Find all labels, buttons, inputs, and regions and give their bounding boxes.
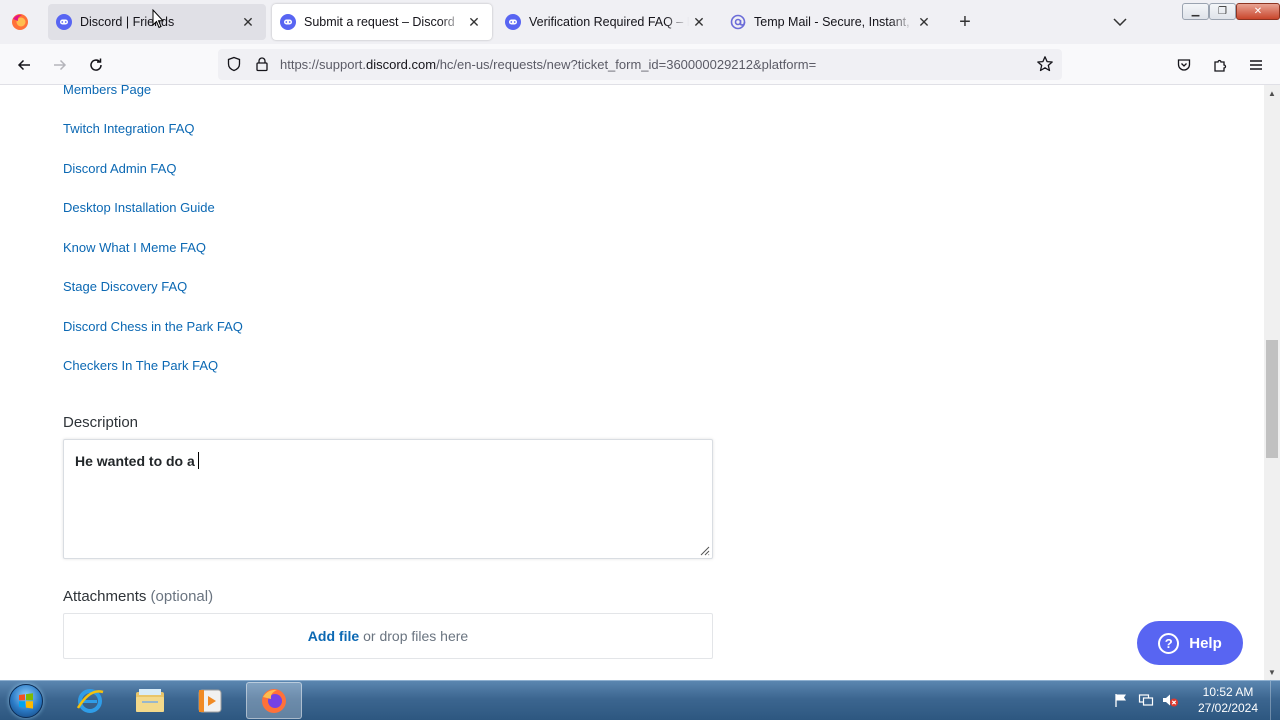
- show-desktop-button[interactable]: [1270, 681, 1280, 720]
- reload-icon[interactable]: [84, 53, 108, 77]
- optional-hint: (optional): [150, 588, 214, 605]
- tab-close-icon[interactable]: ✕: [238, 12, 258, 32]
- help-label: Help: [1189, 634, 1222, 652]
- scroll-up-arrow-icon[interactable]: ▲: [1264, 85, 1280, 101]
- article-link-stage-discovery-faq[interactable]: Stage Discovery FAQ: [63, 279, 187, 294]
- at-sign-favicon-icon: [730, 14, 746, 30]
- media-player-icon[interactable]: [182, 682, 238, 719]
- maximize-window-button[interactable]: ❐: [1209, 3, 1236, 20]
- tab-title: Submit a request – Discord: [304, 15, 455, 29]
- tab-title: Temp Mail - Secure, Instant, Fast: [754, 15, 914, 29]
- question-mark-icon: ?: [1158, 632, 1180, 654]
- new-tab-plus-icon[interactable]: +: [954, 11, 976, 33]
- article-link-desktop-installation-guide[interactable]: Desktop Installation Guide: [63, 200, 215, 215]
- start-button[interactable]: [6, 683, 46, 719]
- vertical-scrollbar[interactable]: ▲ ▼: [1264, 85, 1280, 680]
- clock-time: 10:52 AM: [1202, 685, 1254, 699]
- volume-muted-icon[interactable]: [1161, 691, 1179, 709]
- firefox-menu-icon[interactable]: [10, 12, 30, 32]
- minimize-window-button[interactable]: ▁: [1182, 3, 1209, 20]
- page-content: Members Page Twitch Integration FAQ Disc…: [0, 85, 1264, 680]
- extensions-puzzle-icon[interactable]: [1208, 53, 1232, 77]
- lock-icon[interactable]: [254, 56, 270, 77]
- tab-strip: Discord | Friends ✕ Submit a request – D…: [0, 0, 1280, 44]
- article-link-members-page[interactable]: Members Page: [63, 85, 151, 97]
- drop-files-text: or drop files here: [363, 628, 469, 644]
- tab-title: Verification Required FAQ – Discord: [529, 15, 689, 29]
- tab-close-icon[interactable]: ✕: [914, 12, 934, 32]
- attachments-label: Attachments (optional): [63, 588, 213, 605]
- forward-arrow-icon[interactable]: [48, 53, 72, 77]
- tab-verification-faq[interactable]: Verification Required FAQ – Discord ✕: [497, 4, 717, 40]
- clock-date: 27/02/2024: [1197, 701, 1259, 715]
- discord-favicon-icon: [56, 14, 72, 30]
- list-all-tabs-chevron-icon[interactable]: [1110, 13, 1130, 31]
- close-window-button[interactable]: ✕: [1236, 3, 1280, 20]
- scrollbar-thumb[interactable]: [1266, 340, 1278, 458]
- attachments-dropzone[interactable]: Add file or drop files here: [63, 613, 713, 659]
- bookmark-star-icon[interactable]: [1036, 55, 1054, 78]
- url-text[interactable]: https://support.discord.com/hc/en-us/req…: [280, 57, 816, 72]
- tab-close-icon[interactable]: ✕: [689, 12, 709, 32]
- system-clock[interactable]: 10:52 AM 27/02/2024: [1190, 684, 1266, 716]
- windows-logo-icon: [9, 684, 43, 718]
- pocket-icon[interactable]: [1172, 53, 1196, 77]
- tab-submit-request[interactable]: Submit a request – Discord ✕: [272, 4, 492, 40]
- scroll-down-arrow-icon[interactable]: ▼: [1264, 664, 1280, 680]
- text-caret: [197, 452, 199, 469]
- article-link-discord-admin-faq[interactable]: Discord Admin FAQ: [63, 161, 176, 176]
- article-link-discord-chess-faq[interactable]: Discord Chess in the Park FAQ: [63, 319, 243, 334]
- article-link-twitch-integration-faq[interactable]: Twitch Integration FAQ: [63, 121, 195, 136]
- add-file-link[interactable]: Add file: [308, 628, 359, 644]
- hamburger-menu-icon[interactable]: [1244, 53, 1268, 77]
- windows-taskbar: 10:52 AM 27/02/2024: [0, 680, 1280, 720]
- description-text: He wanted to do a: [75, 452, 199, 469]
- navigation-toolbar: https://support.discord.com/hc/en-us/req…: [0, 44, 1280, 85]
- tracking-protection-shield-icon[interactable]: [226, 56, 242, 77]
- address-bar[interactable]: https://support.discord.com/hc/en-us/req…: [218, 49, 1062, 80]
- tab-temp-mail[interactable]: Temp Mail - Secure, Instant, Fast ✕: [722, 4, 942, 40]
- internet-explorer-icon[interactable]: [62, 682, 118, 719]
- firefox-taskbar-icon[interactable]: [246, 682, 302, 719]
- help-button[interactable]: ? Help: [1137, 621, 1243, 665]
- article-link-know-what-i-meme-faq[interactable]: Know What I Meme FAQ: [63, 240, 206, 255]
- discord-favicon-icon: [280, 14, 296, 30]
- article-link-checkers-faq[interactable]: Checkers In The Park FAQ: [63, 358, 218, 373]
- mouse-pointer-icon: [152, 9, 164, 29]
- description-label: Description: [63, 414, 139, 431]
- action-center-flag-icon[interactable]: [1112, 691, 1130, 709]
- back-arrow-icon[interactable]: [12, 53, 36, 77]
- discord-favicon-icon: [505, 14, 521, 30]
- tab-close-icon[interactable]: ✕: [464, 12, 484, 32]
- attachments-label-text: Attachments: [63, 588, 147, 605]
- file-explorer-icon[interactable]: [122, 682, 178, 719]
- network-icon[interactable]: [1137, 691, 1155, 709]
- resize-grip-icon[interactable]: [698, 544, 710, 556]
- description-textarea[interactable]: He wanted to do a: [63, 439, 713, 559]
